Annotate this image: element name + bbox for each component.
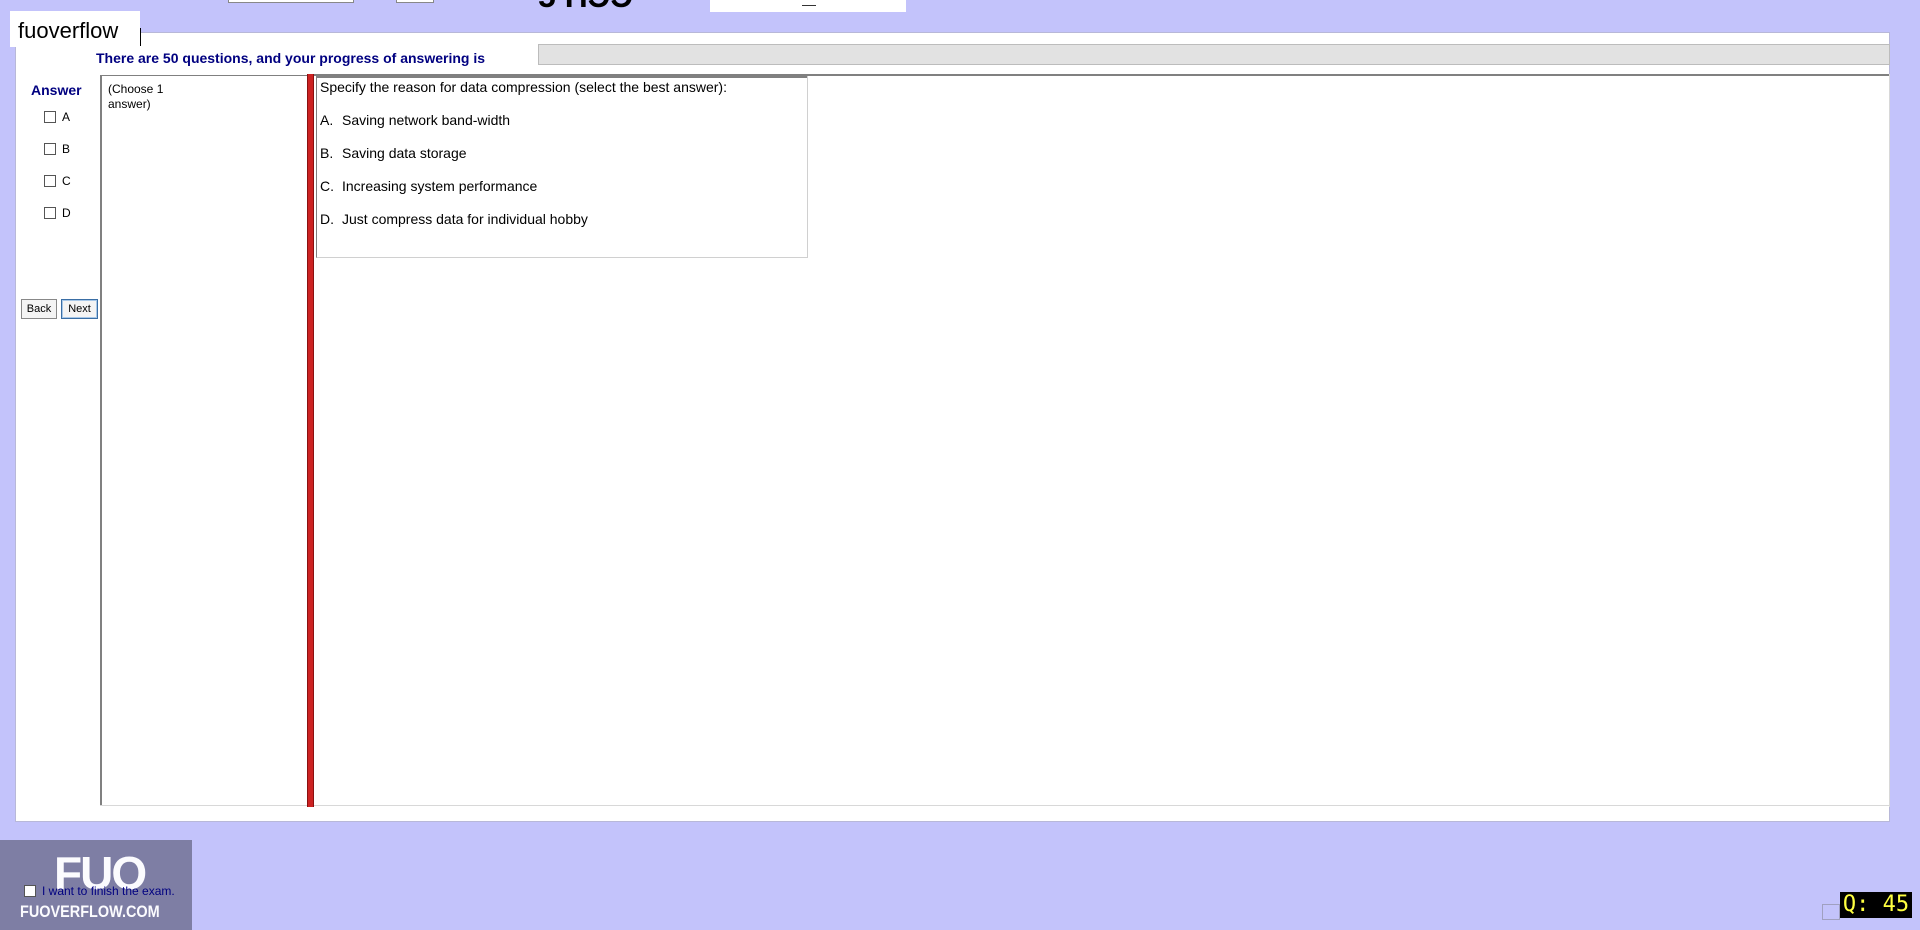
panel-splitter-handle[interactable]: [307, 74, 314, 807]
choice-b: B. Saving data storage: [320, 145, 467, 161]
choice-a: A. Saving network band-width: [320, 112, 510, 128]
checkbox-a[interactable]: [44, 111, 56, 123]
top-input-field[interactable]: [228, 0, 354, 3]
content-right-border: [1889, 74, 1890, 807]
choice-text: Saving network band-width: [342, 112, 511, 128]
choice-label: D.: [320, 211, 334, 227]
finish-exam-option[interactable]: I want to finish the exam.: [24, 884, 175, 898]
top-small-box[interactable]: [396, 0, 434, 3]
finish-exam-checkbox[interactable]: [24, 885, 36, 897]
checkbox-d[interactable]: [44, 207, 56, 219]
progress-bar: [538, 44, 1890, 65]
watermark-label: fuoverflow: [10, 11, 140, 47]
choice-label: A.: [320, 112, 334, 128]
answer-option-label: A: [62, 110, 71, 124]
question-text: Specify the reason for data compression …: [320, 79, 727, 95]
text-caret: [140, 28, 141, 46]
content-bottom-border: [100, 805, 1890, 806]
choose-panel: [100, 75, 310, 806]
header-image: [710, 0, 906, 12]
answer-option-label: B: [62, 142, 71, 156]
choice-text: Saving data storage: [342, 145, 467, 161]
choice-text: Increasing system performance: [342, 178, 538, 194]
back-button[interactable]: Back: [21, 299, 57, 319]
next-button[interactable]: Next: [61, 299, 98, 319]
choice-label: B.: [320, 145, 334, 161]
choose-hint: (Choose 1 answer): [108, 82, 164, 111]
choice-label: C.: [320, 178, 334, 194]
answer-option-a[interactable]: A: [44, 110, 70, 124]
choice-text: Just compress data for individual hobby: [342, 211, 588, 227]
header-image-mark: [802, 5, 816, 6]
logo-site-text: FUOVERFLOW.COM: [20, 902, 160, 921]
checkbox-b[interactable]: [44, 143, 56, 155]
footer-small-box: [1822, 904, 1840, 920]
question-box-top-border: [317, 76, 807, 78]
answer-option-c[interactable]: C: [44, 174, 71, 188]
answer-option-b[interactable]: B: [44, 142, 70, 156]
progress-text: There are 50 questions, and your progres…: [96, 50, 485, 66]
answer-option-label: C: [62, 174, 71, 188]
answer-title: Answer: [31, 82, 82, 98]
answer-option-label: D: [62, 206, 71, 220]
checkbox-c[interactable]: [44, 175, 56, 187]
answer-option-d[interactable]: D: [44, 206, 71, 220]
choice-c: C. Increasing system performance: [320, 178, 537, 194]
finish-exam-label: I want to finish the exam.: [42, 884, 175, 898]
choice-d: D. Just compress data for individual hobb…: [320, 211, 588, 227]
question-box: Specify the reason for data compression …: [316, 76, 808, 258]
exam-code: 5 ПЭЭ: [538, 0, 633, 15]
question-counter: Q: 45: [1840, 892, 1912, 918]
